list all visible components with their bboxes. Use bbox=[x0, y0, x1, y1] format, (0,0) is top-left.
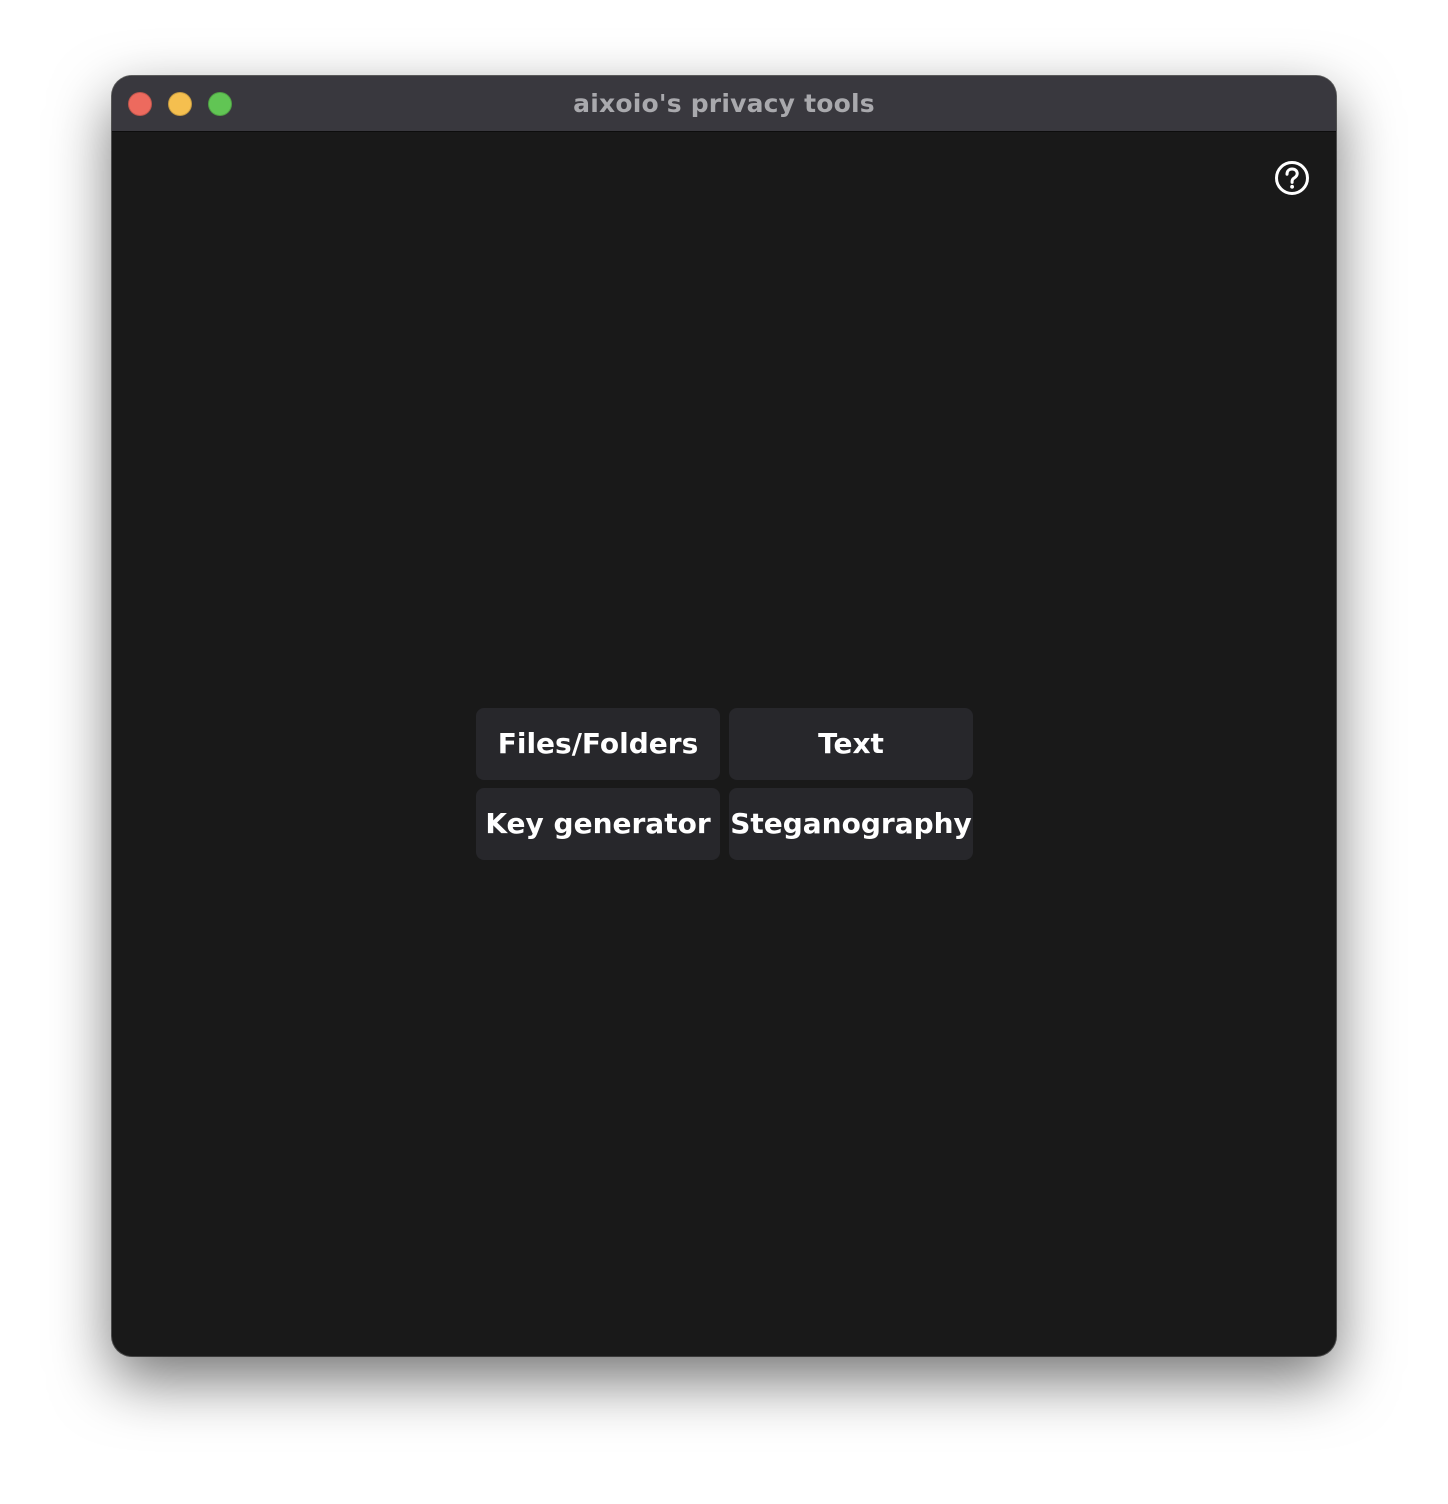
help-button[interactable] bbox=[1274, 160, 1310, 196]
key-generator-button[interactable]: Key generator bbox=[476, 788, 720, 860]
question-circle-icon bbox=[1275, 161, 1309, 195]
steganography-button[interactable]: Steganography bbox=[729, 788, 973, 860]
text-button[interactable]: Text bbox=[729, 708, 973, 780]
files-folders-button[interactable]: Files/Folders bbox=[476, 708, 720, 780]
app-window: aixoio's privacy tools Files/Folders Tex… bbox=[112, 76, 1336, 1356]
window-title: aixoio's privacy tools bbox=[573, 89, 875, 118]
title-bar[interactable]: aixoio's privacy tools bbox=[112, 76, 1336, 132]
